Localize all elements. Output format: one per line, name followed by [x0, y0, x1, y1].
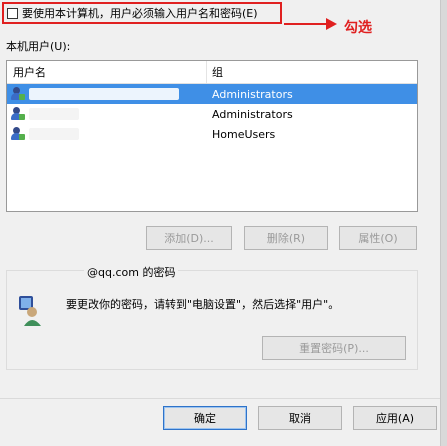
require-password-option[interactable]: 要使用本计算机，用户必须输入用户名和密码(E) [7, 6, 258, 20]
list-header: 用户名 组 [7, 61, 417, 84]
users-list-label: 本机用户(U): [6, 40, 71, 53]
column-header-username[interactable]: 用户名 [7, 61, 207, 83]
window-edge [440, 0, 447, 446]
redacted-username [29, 128, 79, 140]
properties-button[interactable]: 属性(O) [339, 226, 417, 250]
user-cell [7, 107, 207, 121]
annotation-arrow-line [284, 23, 328, 25]
group-cell: HomeUsers [212, 127, 276, 141]
apply-button[interactable]: 应用(A) [353, 406, 437, 430]
group-cell: Administrators [212, 107, 293, 121]
user-accounts-dialog: 要使用本计算机，用户必须输入用户名和密码(E) 勾选 本机用户(U): 用户名 … [0, 0, 447, 446]
annotation-arrow-icon [326, 18, 337, 30]
footer-separator [0, 398, 440, 399]
cancel-button[interactable]: 取消 [258, 406, 342, 430]
remove-user-button[interactable]: 删除(R) [244, 226, 328, 250]
annotation-text: 勾选 [344, 20, 372, 36]
user-password-icon [19, 296, 41, 326]
require-password-checkbox[interactable] [7, 7, 18, 19]
user-icon [11, 107, 25, 121]
table-row[interactable]: HomeUsers [7, 124, 417, 144]
redacted-username [29, 88, 179, 100]
password-group-title: @qq.com 的密码 [84, 264, 179, 280]
ok-button[interactable]: 确定 [163, 406, 247, 430]
add-user-button[interactable]: 添加(D)... [146, 226, 232, 250]
redacted-username [29, 108, 79, 120]
table-row[interactable]: Administrators [7, 104, 417, 124]
table-row[interactable]: Administrators [7, 84, 417, 104]
user-icon [11, 127, 25, 141]
require-password-label: 要使用本计算机，用户必须输入用户名和密码(E) [22, 7, 258, 20]
column-header-group[interactable]: 组 [207, 61, 417, 83]
password-change-message: 要更改你的密码，请转到"电脑设置"，然后选择"用户"。 [66, 298, 340, 311]
user-cell [7, 87, 207, 101]
group-cell: Administrators [212, 87, 293, 101]
user-icon [11, 87, 25, 101]
users-list[interactable]: 用户名 组 Administrators Administrators Home… [6, 60, 418, 212]
user-cell [7, 127, 207, 141]
reset-password-button[interactable]: 重置密码(P)... [262, 336, 406, 360]
